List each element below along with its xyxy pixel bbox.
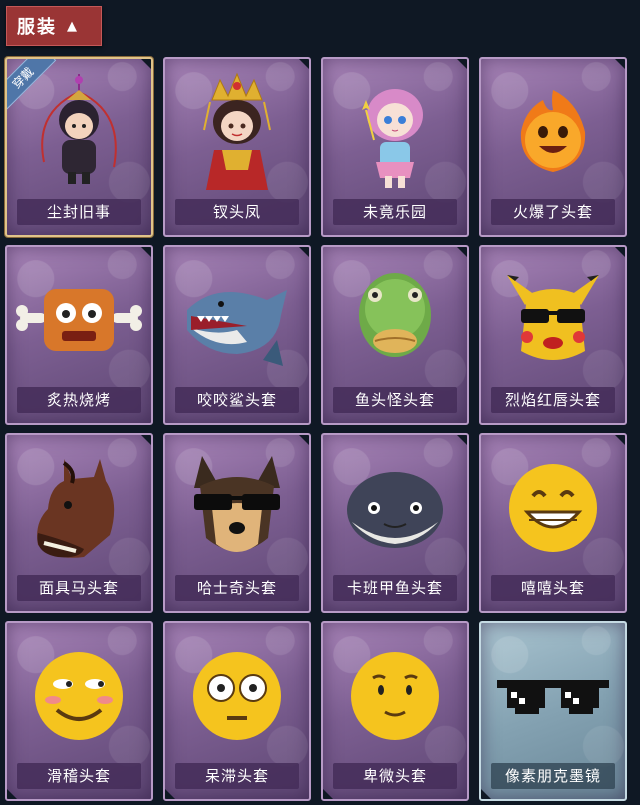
costume-card[interactable]: 卑微头套 [321,621,469,801]
category-title: 服装 [17,17,57,38]
costume-name: 炙热烧烤 [17,387,141,413]
costume-card[interactable]: 未竟乐园 [321,57,469,237]
husky-mask-icon [165,443,309,573]
pixel-sunglasses-icon [481,631,625,761]
costume-grid: 穿戴 尘封旧事 钗头凤 未竟乐园 火爆了头套 炙热烧烤 咬咬鲨头套 鱼头怪头套 … [5,57,627,801]
costume-name: 卡班甲鱼头套 [333,575,457,601]
grinning-emoji-icon [481,443,625,573]
card-corner [456,59,467,70]
fairy-girl-icon [323,67,467,197]
card-corner [165,788,176,799]
card-corner [140,59,151,70]
card-corner [298,247,309,258]
card-corner [323,788,334,799]
costume-name: 滑稽头套 [17,763,141,789]
costume-name: 卑微头套 [333,763,457,789]
card-corner [298,435,309,446]
chibi-character-icon [7,67,151,197]
dazed-emoji-icon [165,631,309,761]
card-corner [7,788,18,799]
costume-name: 哈士奇头套 [175,575,299,601]
costume-name: 咬咬鲨头套 [175,387,299,413]
costume-name: 未竟乐园 [333,199,457,225]
costume-card[interactable]: 穿戴 尘封旧事 [5,57,153,237]
horse-mask-icon [7,443,151,573]
card-corner [140,247,151,258]
meat-block-head-icon [7,255,151,385]
costume-name: 嘻嘻头套 [491,575,615,601]
costume-card[interactable]: 像素朋克墨镜 [479,621,627,801]
costume-name: 像素朋克墨镜 [491,763,615,789]
card-corner [481,788,492,799]
turtle-head-icon [323,443,467,573]
funny-emoji-icon [7,631,151,761]
costume-card[interactable]: 钗头凤 [163,57,311,237]
chevron-up-icon: ▲ [67,18,79,34]
card-corner [614,247,625,258]
costume-card[interactable]: 炙热烧烤 [5,245,153,425]
costume-name: 呆滞头套 [175,763,299,789]
costume-name: 烈焰红唇头套 [491,387,615,413]
card-corner [298,59,309,70]
costume-card[interactable]: 滑稽头套 [5,621,153,801]
shark-head-icon [165,255,309,385]
fish-head-icon [323,255,467,385]
costume-card[interactable]: 火爆了头套 [479,57,627,237]
card-corner [614,435,625,446]
costume-name: 火爆了头套 [491,199,615,225]
costume-card[interactable]: 鱼头怪头套 [321,245,469,425]
costume-card[interactable]: 嘻嘻头套 [479,433,627,613]
yellow-pikachu-mask-icon [481,255,625,385]
costume-card[interactable]: 咬咬鲨头套 [163,245,311,425]
costume-card[interactable]: 哈士奇头套 [163,433,311,613]
costume-card[interactable]: 呆滞头套 [163,621,311,801]
crowned-empress-icon [165,67,309,197]
card-corner [614,59,625,70]
costume-category-tab[interactable]: 服装 ▲ [6,6,102,46]
costume-name: 尘封旧事 [17,199,141,225]
costume-name: 钗头凤 [175,199,299,225]
costume-name: 鱼头怪头套 [333,387,457,413]
costume-card[interactable]: 烈焰红唇头套 [479,245,627,425]
costume-card[interactable]: 卡班甲鱼头套 [321,433,469,613]
card-corner [140,435,151,446]
humble-emoji-icon [323,631,467,761]
costume-name: 面具马头套 [17,575,141,601]
costume-card[interactable]: 面具马头套 [5,433,153,613]
fireball-head-icon [481,67,625,197]
card-corner [456,435,467,446]
card-corner [456,247,467,258]
